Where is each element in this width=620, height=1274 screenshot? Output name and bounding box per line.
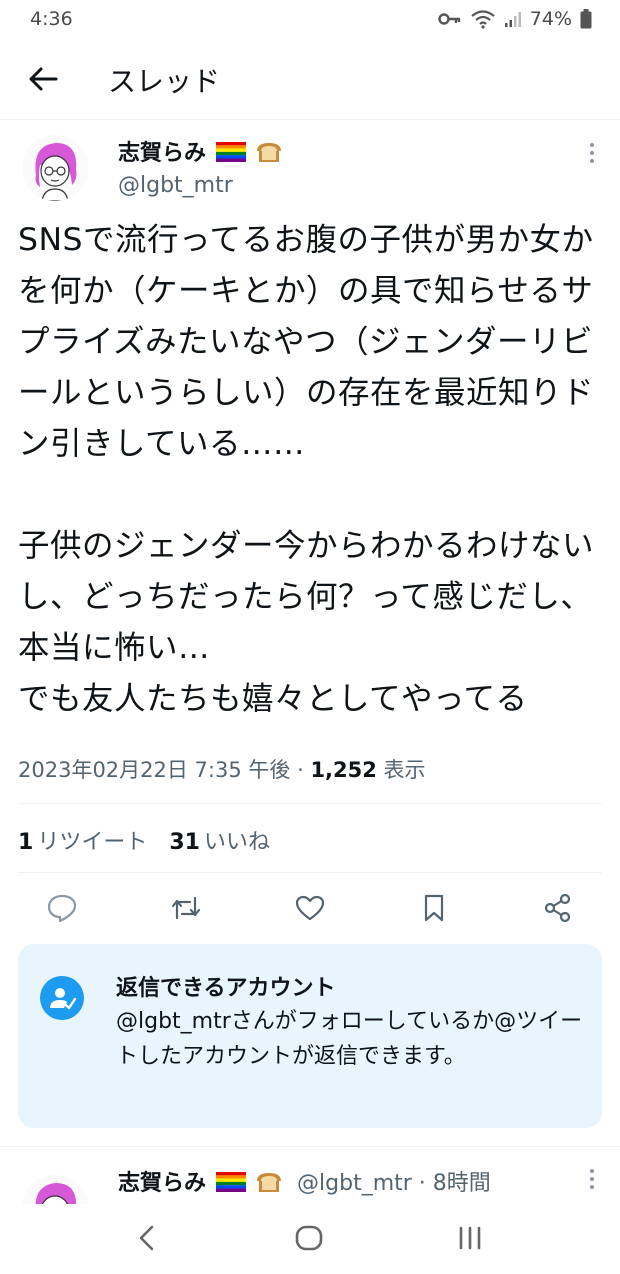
reply-restriction-notice: 返信できるアカウント @lgbt_mtrさんがフォローしているか@ツイートしたア…	[18, 944, 602, 1128]
view-label: 表示	[376, 758, 426, 782]
tweet-stats: 1 リツイート 31 いいね	[18, 824, 270, 856]
rainbow-flag-icon	[215, 1172, 246, 1192]
avatar[interactable]	[22, 135, 88, 201]
author-handle[interactable]: @lgbt_mtr	[118, 173, 233, 198]
next-author-name[interactable]: 志賀らみ @lgbt_mtr · 8時間	[118, 1165, 491, 1197]
like-count: 31	[169, 830, 200, 855]
reply-notice-description: @lgbt_mtrさんがフォローしているか@ツイートしたアカウントが返信できます…	[116, 1009, 583, 1069]
avatar-illustration	[22, 1175, 88, 1204]
status-bar: 4:36 74%	[0, 0, 620, 40]
person-check-icon	[40, 976, 84, 1020]
bread-icon	[257, 1173, 282, 1192]
tweet-text: SNSで流行ってるお腹の子供が男か女かを何か（ケーキとか）の具で知らせるサプライ…	[18, 222, 595, 717]
author-name[interactable]: 志賀らみ	[118, 135, 283, 167]
retweet-label: リツイート	[37, 830, 148, 855]
view-count: 1,252	[310, 758, 377, 782]
more-vertical-icon[interactable]	[586, 1167, 598, 1191]
avatar[interactable]	[22, 1175, 88, 1204]
battery-icon	[580, 9, 592, 29]
author-name-text: 志賀らみ	[118, 141, 207, 166]
recents-icon[interactable]	[454, 1222, 486, 1254]
divider	[18, 872, 602, 873]
next-author-name-text: 志賀らみ	[118, 1171, 207, 1196]
system-nav-bar	[0, 1204, 620, 1274]
avatar-illustration	[22, 135, 88, 201]
comment-icon[interactable]	[46, 892, 78, 924]
battery-percent: 74%	[529, 8, 572, 30]
header: スレッド	[0, 40, 620, 120]
home-circle-icon[interactable]	[293, 1222, 325, 1254]
rainbow-flag-icon	[215, 142, 246, 162]
reply-notice-title: 返信できるアカウント	[116, 976, 336, 1001]
more-vertical-icon[interactable]	[586, 141, 598, 165]
divider	[18, 803, 602, 804]
tweet-meta: 2023年02月22日 7:35 午後 · 1,252 表示	[18, 754, 426, 784]
retweet-count: 1	[18, 830, 34, 855]
heart-icon[interactable]	[294, 892, 326, 924]
retweet-icon[interactable]	[170, 892, 202, 924]
signal-icon	[504, 12, 521, 27]
tweet-date[interactable]: 2023年02月22日 7:35 午後	[18, 758, 290, 782]
status-icons: 74%	[438, 8, 592, 30]
like-stat[interactable]: 31 いいね	[169, 830, 270, 855]
next-tweet[interactable]: 志賀らみ @lgbt_mtr · 8時間	[0, 1146, 620, 1204]
action-bar	[0, 886, 620, 936]
bookmark-icon[interactable]	[418, 892, 450, 924]
share-icon[interactable]	[542, 892, 574, 924]
wifi-icon	[471, 10, 495, 29]
arrow-left-icon[interactable]	[26, 62, 60, 96]
meta-separator: ·	[290, 758, 311, 782]
page-title: スレッド	[108, 65, 221, 98]
retweet-stat[interactable]: 1 リツイート	[18, 830, 147, 855]
chevron-left-icon[interactable]	[132, 1222, 164, 1254]
key-icon	[438, 13, 460, 25]
next-author-handle: @lgbt_mtr · 8時間	[297, 1171, 491, 1196]
bread-icon	[257, 143, 282, 162]
status-time: 4:36	[30, 8, 73, 30]
like-label: いいね	[203, 830, 270, 855]
